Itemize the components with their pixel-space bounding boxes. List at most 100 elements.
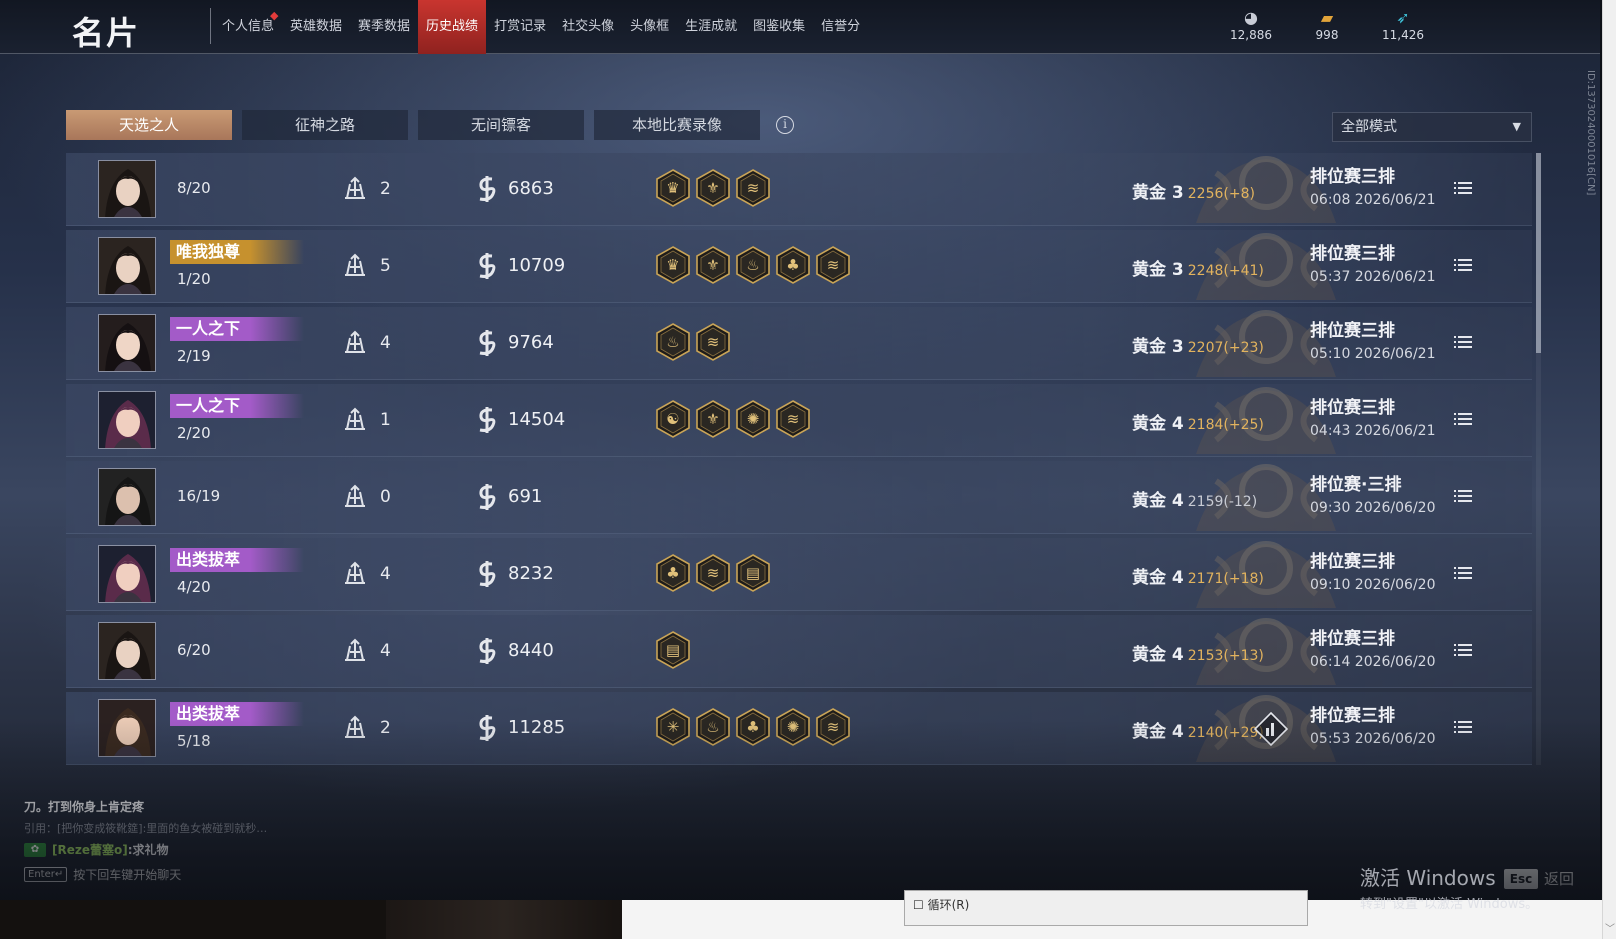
stats-chart-icon[interactable] — [1254, 712, 1288, 746]
placement: 5/18 — [177, 732, 211, 750]
nav-tab[interactable]: 赛季数据 — [350, 0, 418, 54]
match-list-scrollbar[interactable] — [1536, 153, 1541, 765]
hero-portrait — [99, 315, 155, 371]
match-history-list[interactable]: 8/20 2 6863 ♛ ⚜ ≋ 黄金 3 2256(+8) 排位赛三排 06:08 2026/… — [66, 153, 1532, 765]
details-menu-icon[interactable] — [1454, 719, 1472, 735]
game-window: 名片 个人信息 ◆ 英雄数据 赛季数据 历史战绩 打赏记录 社交头像 头像框 生涯成就 图鉴收集信… — [0, 0, 1600, 900]
match-time: 05:53 2026/06/20 — [1310, 731, 1436, 747]
match-row[interactable]: 一人之下 2/20 1 14504 ☯ ⚜ ✺ ≋ 黄金 4 2184(+25) 排位赛三排 04:4… — [66, 384, 1532, 457]
details-menu-icon[interactable] — [1454, 565, 1472, 581]
svg-text:≋: ≋ — [707, 333, 720, 351]
mode-filter-dropdown[interactable]: 全部模式 ▼ — [1332, 112, 1532, 142]
avatar[interactable] — [98, 237, 156, 295]
mode-tab[interactable]: 天选之人 — [66, 110, 232, 140]
coin-stack-icon: ◕ — [1244, 8, 1258, 27]
avatar[interactable] — [98, 622, 156, 680]
helm-medal: ⚜ — [696, 246, 730, 284]
swirl-medal: ☯ — [656, 400, 690, 438]
nav-tab[interactable]: 社交头像 — [554, 0, 622, 54]
rank-tier: 黄金 4 — [1132, 645, 1184, 665]
details-menu-icon[interactable] — [1454, 642, 1472, 658]
details-menu-icon[interactable] — [1454, 411, 1472, 427]
scroll-medal: ▤ — [736, 554, 770, 592]
kills-icon — [345, 484, 365, 507]
activation-title: 激活 Windows — [1360, 866, 1496, 890]
match-row[interactable]: 8/20 2 6863 ♛ ⚜ ≋ 黄金 3 2256(+8) 排位赛三排 06:08 2026/… — [66, 153, 1532, 226]
svg-text:✺: ✺ — [747, 410, 760, 428]
currency-item: ▰ 998 — [1300, 8, 1354, 42]
details-menu-icon[interactable] — [1454, 334, 1472, 350]
match-row[interactable]: 一人之下 2/19 4 9764 ♨ ≋ 黄金 3 2207(+23) 排位赛三排 05:10 2… — [66, 307, 1532, 380]
nav-tab[interactable]: 个人信息 ◆ — [214, 0, 282, 54]
mode-tab[interactable]: 本地比赛录像 — [594, 110, 760, 140]
desktop-scrollbar[interactable]: ﹀ — [1602, 0, 1616, 939]
nav-tab[interactable]: 信誉分 — [813, 0, 868, 54]
medal-list: ♛ ⚜ ≋ — [656, 169, 770, 207]
kills-icon — [345, 330, 365, 353]
scrollbar-thumb[interactable] — [1536, 153, 1541, 353]
details-menu-icon[interactable] — [1454, 180, 1472, 196]
helm-medal: ⚜ — [696, 169, 730, 207]
avatar[interactable] — [98, 391, 156, 449]
hero-portrait — [99, 623, 155, 679]
match-row[interactable]: 唯我独尊 1/20 5 10709 ♛ ⚜ ♨ ♣ ≋ 黄金 3 2248(+41) 排位赛三排 05:… — [66, 230, 1532, 303]
svg-text:♣: ♣ — [746, 718, 759, 736]
kills-icon — [345, 407, 365, 430]
rank-tier: 黄金 4 — [1132, 414, 1184, 434]
match-row[interactable]: 6/20 4 8440 ▤ 黄金 4 2153(+13) 排位赛三排 06:14 2026/0… — [66, 615, 1532, 688]
damage-icon — [479, 330, 496, 356]
wing-medal: ≋ — [736, 169, 770, 207]
chat-input-hint[interactable]: Enter↵ 按下回车键开始聊天 — [24, 866, 324, 883]
wing-medal: ≋ — [816, 708, 850, 746]
rank-points: 2171(+18) — [1187, 571, 1264, 587]
mode-tab[interactable]: 征神之路 — [242, 110, 408, 140]
nav-tab[interactable]: 图鉴收集 — [745, 0, 813, 54]
activation-subtitle: 转到"设置"以激活 Windows。 — [1360, 897, 1539, 912]
trio-medal: ♣ — [776, 246, 810, 284]
details-menu-icon[interactable] — [1454, 257, 1472, 273]
avatar[interactable] — [98, 160, 156, 218]
nav-tab[interactable]: 历史战绩 — [418, 0, 487, 54]
damage-value: 8232 — [508, 563, 554, 584]
queue-type: 排位赛三排 — [1310, 244, 1395, 264]
avatar[interactable] — [98, 699, 156, 757]
svg-text:≋: ≋ — [707, 564, 720, 582]
player-id: ID:13730240001016[CN] — [1585, 70, 1596, 196]
avatar[interactable] — [98, 314, 156, 372]
hero-portrait — [99, 238, 155, 294]
match-row[interactable]: 16/19 0 691 黄金 4 2159(-12) 排位赛·三排 09:30 2026/0… — [66, 461, 1532, 534]
avatar[interactable] — [98, 545, 156, 603]
queue-type: 排位赛·三排 — [1310, 475, 1402, 495]
kill-count: 4 — [380, 641, 391, 661]
damage-value: 14504 — [508, 409, 566, 430]
rank-points: 2140(+29) — [1187, 725, 1264, 741]
nav-tab[interactable]: 生涯成就 — [677, 0, 745, 54]
match-row[interactable]: 出类拔萃 4/20 4 8232 ♣ ≋ ▤ 黄金 4 2171(+18) 排位赛三排 09:10 … — [66, 538, 1532, 611]
damage-icon — [479, 715, 496, 741]
placement: 1/20 — [177, 270, 211, 288]
nav-tab[interactable]: 头像框 — [622, 0, 677, 54]
info-icon[interactable]: i — [776, 116, 794, 134]
chat-line: 刀。打到你身上肯定疼 — [24, 800, 145, 814]
rank-info: 黄金 3 2207(+23) — [1132, 332, 1264, 357]
medal-list: ♛ ⚜ ♨ ♣ ≋ — [656, 246, 850, 284]
svg-text:▤: ▤ — [746, 564, 760, 582]
gold-bar-icon: ▰ — [1320, 8, 1334, 27]
kill-count: 4 — [380, 564, 391, 584]
chat-panel: 刀。打到你身上肯定疼 引用：[把你变成筱靴筵]:里面的鱼女被碰到就秒… ✿ [R… — [24, 798, 324, 883]
match-row[interactable]: 出类拔萃 5/18 2 11285 ✳ ♨ ♣ ✺ ≋ 黄金 4 2140(+29) 排位赛三排 05:… — [66, 692, 1532, 765]
kill-count: 2 — [380, 718, 391, 738]
nav-tab[interactable]: 英雄数据 — [282, 0, 350, 54]
windows-activation-watermark: 激活 Windows 转到"设置"以激活 Windows。 — [1360, 862, 1538, 912]
desktop-dialog[interactable]: ☐ 循环(R) — [904, 890, 1308, 926]
avatar[interactable] — [98, 468, 156, 526]
chat-sender-name[interactable]: [Reze蕾塞o] — [52, 841, 128, 858]
details-menu-icon[interactable] — [1454, 488, 1472, 504]
scroll-down-icon[interactable]: ﹀ — [1605, 920, 1615, 935]
mode-tab[interactable]: 无间镖客 — [418, 110, 584, 140]
back-label: 返回 — [1544, 870, 1575, 888]
svg-text:⚜: ⚜ — [706, 179, 719, 197]
nav-tab[interactable]: 打赏记录 — [486, 0, 554, 54]
svg-text:⚜: ⚜ — [706, 256, 719, 274]
rank-info: 黄金 4 2140(+29) — [1132, 717, 1264, 742]
